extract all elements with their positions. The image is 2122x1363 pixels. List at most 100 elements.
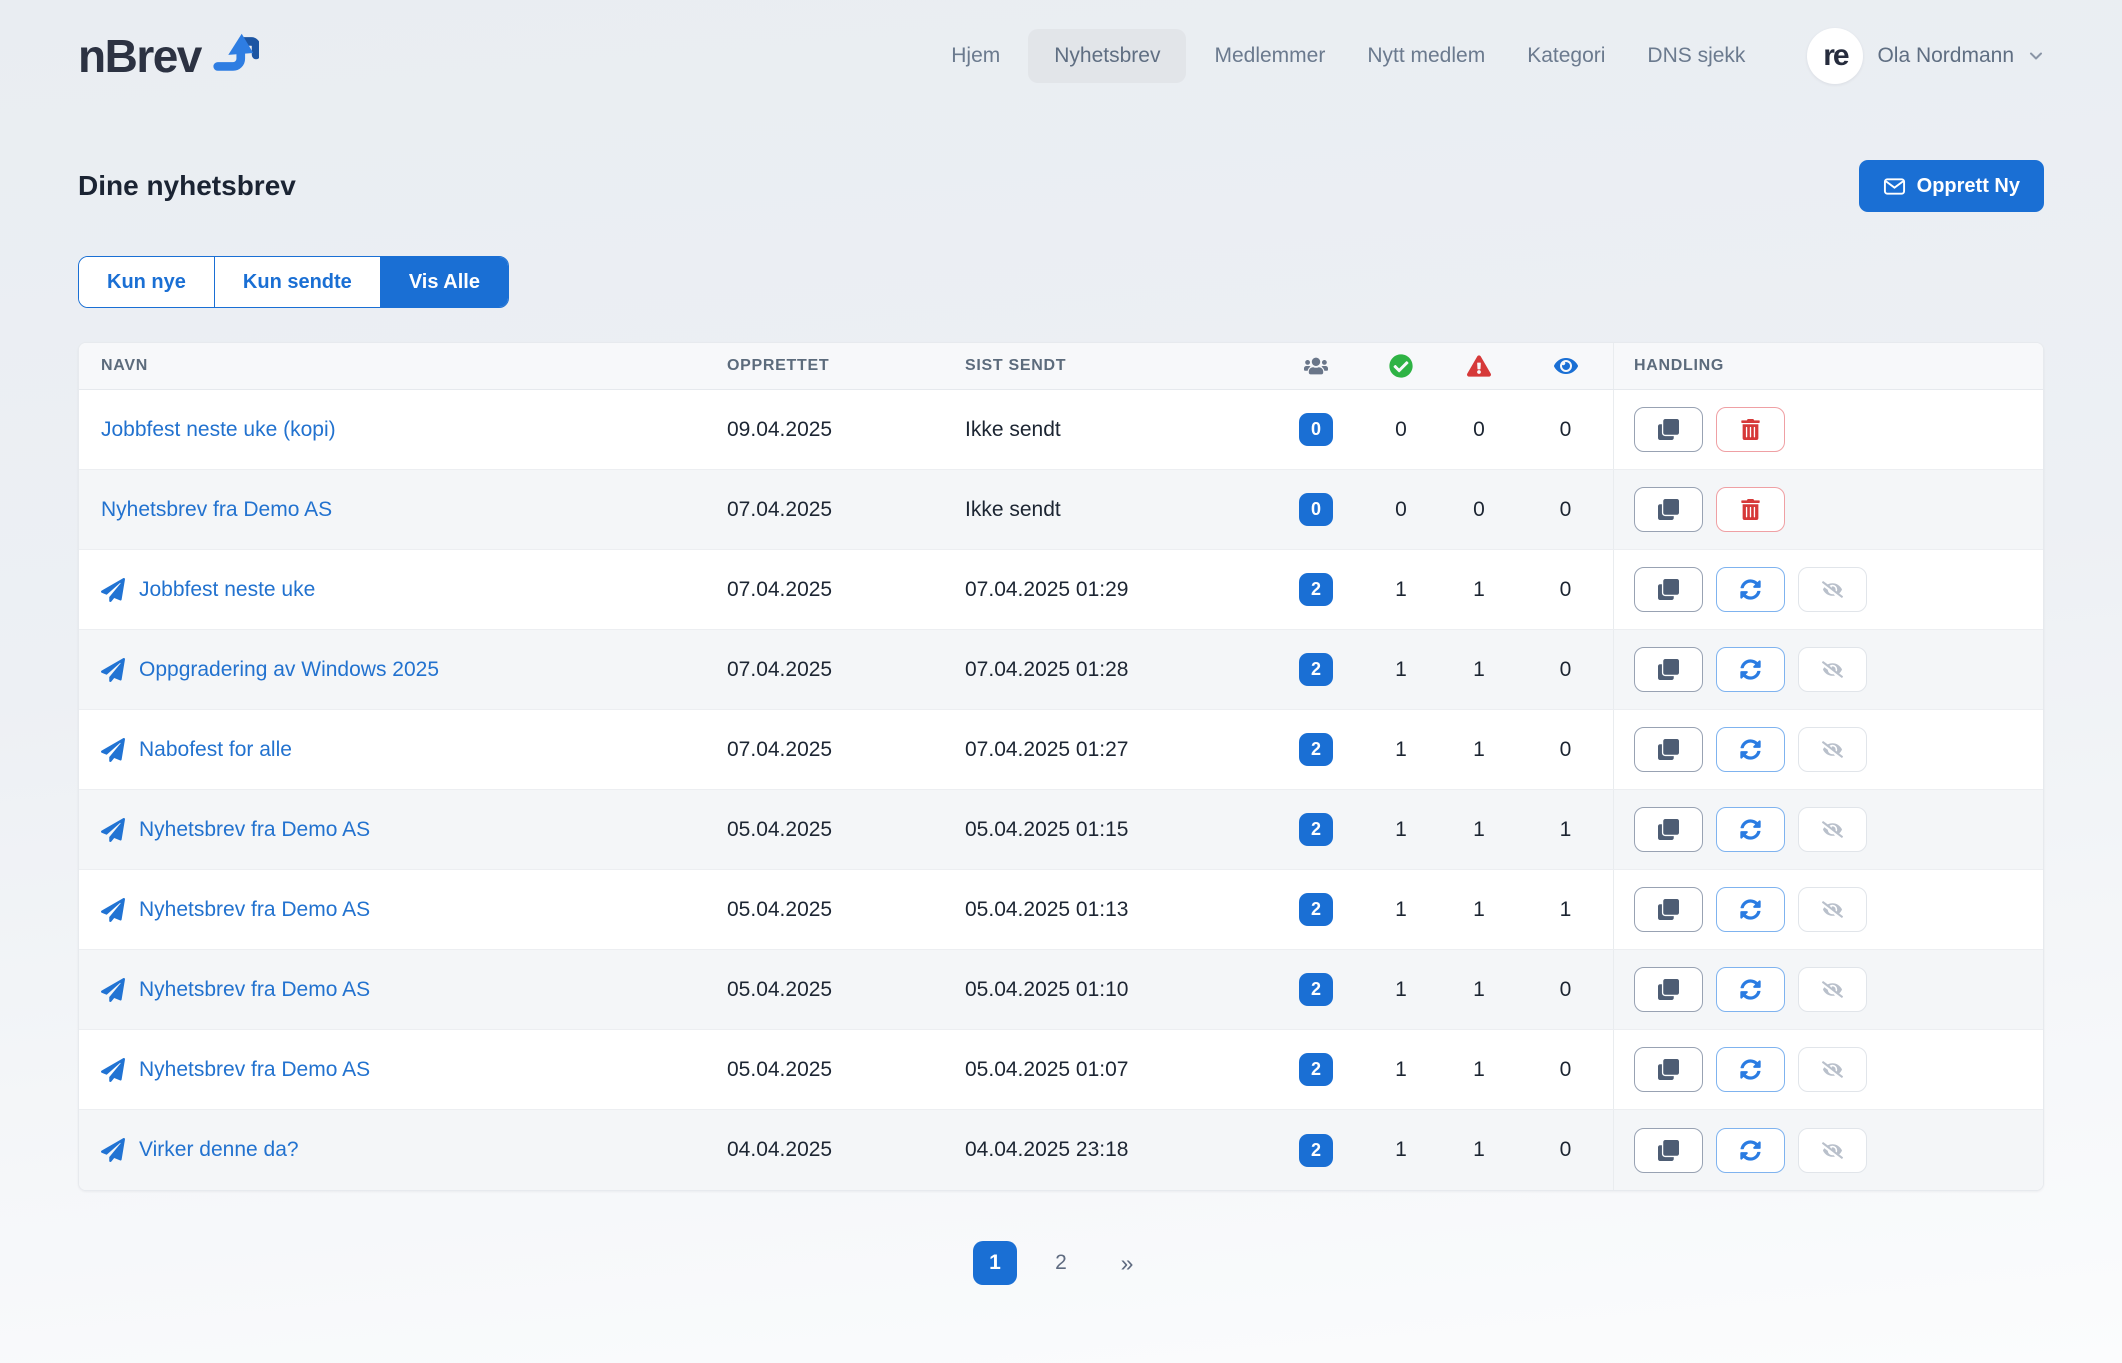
newsletter-link[interactable]: Nyhetsbrev fra Demo AS [139,818,370,842]
toggle-visibility-button[interactable] [1798,567,1867,612]
newsletter-name-cell: Virker denne da? [79,1138,727,1162]
column-header-delivered [1389,354,1413,378]
column-header-opened [1554,354,1578,378]
page-button-2[interactable]: 2 [1039,1241,1083,1285]
recipients-cell: 2 [1299,1134,1333,1167]
main-nav: Hjem Nyhetsbrev Medlemmer Nytt medlem Katego… [937,29,1759,83]
delivered-count: 0 [1395,498,1407,522]
create-newsletter-button[interactable]: Opprett Ny [1859,160,2044,212]
copy-button[interactable] [1634,967,1703,1012]
resend-button[interactable] [1716,887,1785,932]
trash-icon [1740,419,1761,440]
created-date: 09.04.2025 [727,418,965,442]
newsletter-link[interactable]: Nyhetsbrev fra Demo AS [101,498,332,522]
newsletter-name-cell: Nabofest for alle [79,738,727,762]
newsletter-link[interactable]: Nyhetsbrev fra Demo AS [139,898,370,922]
filter-group: Kun nyeKun sendteVis Alle [78,256,509,308]
toggle-visibility-button[interactable] [1798,647,1867,692]
opened-count: 1 [1560,898,1572,922]
brand-arrow-icon [211,29,259,77]
row-actions [1613,1030,2043,1109]
resend-button[interactable] [1716,647,1785,692]
recipients-badge: 0 [1299,493,1333,526]
delivered-count: 1 [1395,978,1407,1002]
toggle-visibility-button[interactable] [1798,887,1867,932]
delete-button[interactable] [1716,487,1785,532]
recipients-badge: 2 [1299,893,1333,926]
recipients-cell: 0 [1299,493,1333,526]
copy-icon [1658,819,1679,840]
copy-button[interactable] [1634,487,1703,532]
column-header-recipients [1304,354,1328,378]
newsletter-link[interactable]: Nyhetsbrev fra Demo AS [139,1058,370,1082]
toggle-visibility-button[interactable] [1798,1047,1867,1092]
nav-item[interactable]: Hjem [937,29,1014,83]
nav-item[interactable]: Nytt medlem [1353,29,1499,83]
newsletter-link[interactable]: Oppgradering av Windows 2025 [139,658,439,682]
paper-plane-icon [101,898,125,922]
newsletter-link[interactable]: Jobbfest neste uke (kopi) [101,418,336,442]
column-header-handling: HANDLING [1613,343,2043,389]
created-date: 05.04.2025 [727,1058,965,1082]
copy-button[interactable] [1634,1047,1703,1092]
toggle-visibility-button[interactable] [1798,807,1867,852]
copy-button[interactable] [1634,407,1703,452]
newsletter-name-cell: Nyhetsbrev fra Demo AS [79,898,727,922]
user-name: Ola Nordmann [1877,44,2014,68]
brand-logo[interactable]: nBrev [78,33,259,79]
filter-button[interactable]: Vis Alle [381,257,508,307]
delivered-count: 1 [1395,898,1407,922]
user-menu[interactable]: re Ola Nordmann [1807,28,2044,84]
nav-item[interactable]: Kategori [1513,29,1619,83]
row-actions [1613,550,2043,629]
copy-button[interactable] [1634,647,1703,692]
nav-item[interactable]: DNS sjekk [1633,29,1759,83]
table-row: Jobbfest neste uke (kopi) 09.04.2025 Ikk… [79,390,2043,470]
copy-button[interactable] [1634,727,1703,772]
resend-button[interactable] [1716,1047,1785,1092]
row-actions [1613,470,2043,549]
copy-button[interactable] [1634,887,1703,932]
filter-button[interactable]: Kun nye [79,257,215,307]
newsletter-link[interactable]: Nyhetsbrev fra Demo AS [139,978,370,1002]
paper-plane-icon [101,1058,125,1082]
copy-button[interactable] [1634,1128,1703,1173]
recipients-badge: 2 [1299,1134,1333,1167]
copy-button[interactable] [1634,567,1703,612]
nav-item[interactable]: Nyhetsbrev [1028,29,1186,83]
eye-icon [1554,354,1578,378]
resend-button[interactable] [1716,1128,1785,1173]
newsletter-link[interactable]: Nabofest for alle [139,738,292,762]
table-body: Jobbfest neste uke (kopi) 09.04.2025 Ikk… [79,390,2043,1190]
created-date: 05.04.2025 [727,898,965,922]
paper-plane-icon [101,578,125,602]
refresh-icon [1740,739,1761,760]
table-header: NAVN OPPRETTET SIST SENDT [79,343,2043,390]
toggle-visibility-button[interactable] [1798,727,1867,772]
opened-count: 0 [1560,418,1572,442]
newsletter-link[interactable]: Virker denne da? [139,1138,299,1162]
newsletter-link[interactable]: Jobbfest neste uke [139,578,315,602]
last-sent-date: Ikke sendt [965,418,1270,442]
refresh-icon [1740,1140,1761,1161]
page-button-1[interactable]: 1 [973,1241,1017,1285]
copy-button[interactable] [1634,807,1703,852]
filter-button[interactable]: Kun sendte [215,257,381,307]
delete-button[interactable] [1716,407,1785,452]
eye-slash-icon [1822,1059,1843,1080]
resend-button[interactable] [1716,967,1785,1012]
eye-slash-icon [1822,1140,1843,1161]
toggle-visibility-button[interactable] [1798,967,1867,1012]
failed-count: 1 [1473,818,1485,842]
failed-count: 1 [1473,738,1485,762]
next-page-button[interactable]: » [1105,1241,1149,1285]
resend-button[interactable] [1716,807,1785,852]
table-row: Oppgradering av Windows 2025 07.04.2025 … [79,630,2043,710]
copy-icon [1658,419,1679,440]
nav-item[interactable]: Medlemmer [1200,29,1339,83]
resend-button[interactable] [1716,727,1785,772]
delivered-count: 1 [1395,818,1407,842]
toggle-visibility-button[interactable] [1798,1128,1867,1173]
users-icon [1304,354,1328,378]
resend-button[interactable] [1716,567,1785,612]
